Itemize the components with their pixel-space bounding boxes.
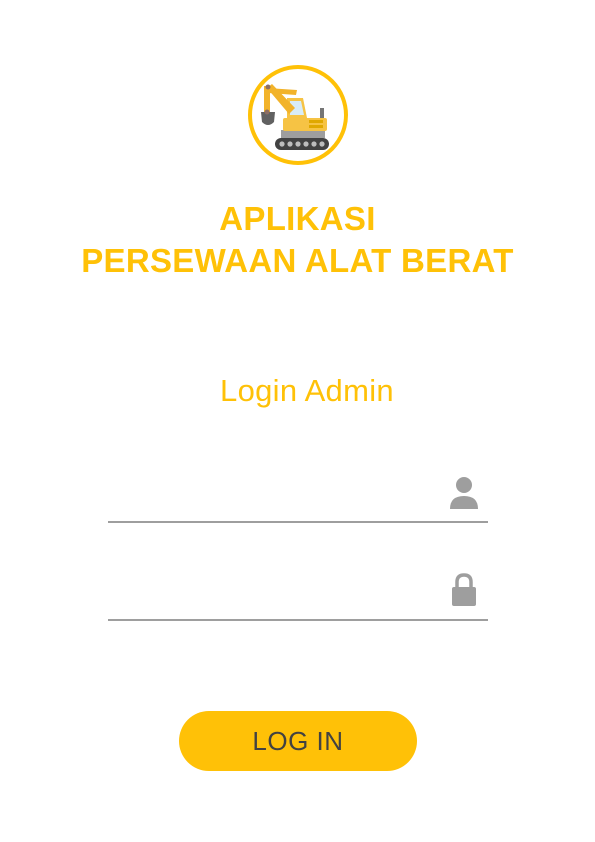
user-icon: [450, 477, 478, 509]
app-title: APLIKASI PERSEWAAN ALAT BERAT: [0, 198, 595, 282]
app-logo: [247, 64, 349, 166]
username-field: [108, 465, 488, 523]
app-title-line-1: APLIKASI: [219, 200, 376, 237]
login-heading: Login Admin: [220, 373, 394, 408]
lock-icon: [452, 573, 476, 606]
password-field: [108, 563, 488, 621]
login-button[interactable]: LOG IN: [179, 711, 417, 771]
app-title-line-2: PERSEWAAN ALAT BERAT: [81, 242, 514, 279]
excavator-icon: [248, 65, 348, 165]
password-input[interactable]: [108, 571, 442, 613]
username-input[interactable]: [108, 473, 442, 515]
